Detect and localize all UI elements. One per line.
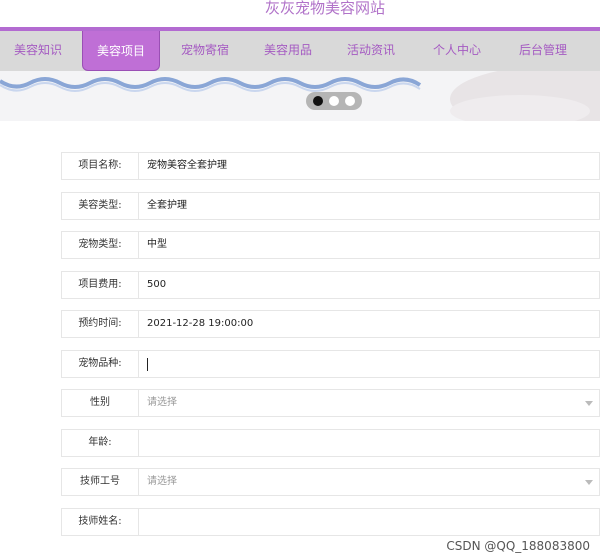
tech-name-label: 技师姓名: bbox=[61, 508, 139, 536]
watermark: CSDN @QQ_188083800 bbox=[446, 539, 590, 553]
form-row-appointment-time: 预约时间: 2021-12-28 19:00:00 bbox=[61, 310, 600, 338]
form-row-pet-breed: 宠物品种: bbox=[61, 350, 600, 378]
appointment-time-label: 预约时间: bbox=[61, 310, 139, 338]
gender-label: 性别 bbox=[61, 389, 139, 417]
text-caret bbox=[147, 358, 148, 371]
beauty-type-label: 美容类型: bbox=[61, 192, 139, 220]
beauty-type-field[interactable]: 全套护理 bbox=[139, 192, 600, 220]
pet-breed-input[interactable] bbox=[139, 350, 600, 378]
form-row-tech-id: 技师工号 请选择 bbox=[61, 468, 600, 496]
nav-item-event-news[interactable]: 活动资讯 bbox=[341, 37, 401, 69]
form-row-age: 年龄: bbox=[61, 429, 600, 457]
nav-item-personal-center[interactable]: 个人中心 bbox=[427, 37, 487, 69]
banner-carousel[interactable] bbox=[0, 71, 600, 121]
form-row-project-name: 项目名称: 宠物美容全套护理 bbox=[61, 152, 600, 180]
tech-name-input[interactable] bbox=[139, 508, 600, 536]
chevron-down-icon bbox=[585, 401, 593, 406]
age-label: 年龄: bbox=[61, 429, 139, 457]
carousel-dot-2[interactable] bbox=[329, 96, 339, 106]
main-nav: 美容知识 美容项目 宠物寄宿 美容用品 活动资讯 个人中心 后台管理 bbox=[0, 27, 600, 71]
form-row-cost: 项目费用: 500 bbox=[61, 271, 600, 299]
pet-type-label: 宠物类型: bbox=[61, 231, 139, 259]
tech-id-select[interactable]: 请选择 bbox=[139, 468, 600, 496]
appointment-time-field[interactable]: 2021-12-28 19:00:00 bbox=[139, 310, 600, 338]
project-name-label: 项目名称: bbox=[61, 152, 139, 180]
gender-select-placeholder: 请选择 bbox=[147, 397, 177, 408]
form-row-tech-name: 技师姓名: bbox=[61, 508, 600, 536]
chevron-down-icon bbox=[585, 480, 593, 485]
pet-breed-label: 宠物品种: bbox=[61, 350, 139, 378]
site-title: 灰灰宠物美容网站 bbox=[264, 0, 385, 17]
cost-label: 项目费用: bbox=[61, 271, 139, 299]
pet-type-field[interactable]: 中型 bbox=[139, 231, 600, 259]
nav-item-beauty-knowledge[interactable]: 美容知识 bbox=[8, 37, 68, 69]
carousel-dot-3[interactable] bbox=[345, 96, 355, 106]
form-row-beauty-type: 美容类型: 全套护理 bbox=[61, 192, 600, 220]
carousel-indicator bbox=[306, 92, 362, 110]
form-row-pet-type: 宠物类型: 中型 bbox=[61, 231, 600, 259]
nav-item-beauty-projects[interactable]: 美容项目 bbox=[82, 31, 160, 71]
banner-wave-graphic bbox=[0, 71, 600, 121]
nav-item-beauty-supplies[interactable]: 美容用品 bbox=[258, 37, 318, 69]
nav-item-admin[interactable]: 后台管理 bbox=[513, 37, 573, 69]
gender-select[interactable]: 请选择 bbox=[139, 389, 600, 417]
form-row-gender: 性别 请选择 bbox=[61, 389, 600, 417]
project-name-field[interactable]: 宠物美容全套护理 bbox=[139, 152, 600, 180]
cost-field[interactable]: 500 bbox=[139, 271, 600, 299]
age-input[interactable] bbox=[139, 429, 600, 457]
tech-id-select-placeholder: 请选择 bbox=[147, 476, 177, 487]
nav-item-pet-boarding[interactable]: 宠物寄宿 bbox=[175, 37, 235, 69]
carousel-dot-1[interactable] bbox=[313, 96, 323, 106]
tech-id-label: 技师工号 bbox=[61, 468, 139, 496]
